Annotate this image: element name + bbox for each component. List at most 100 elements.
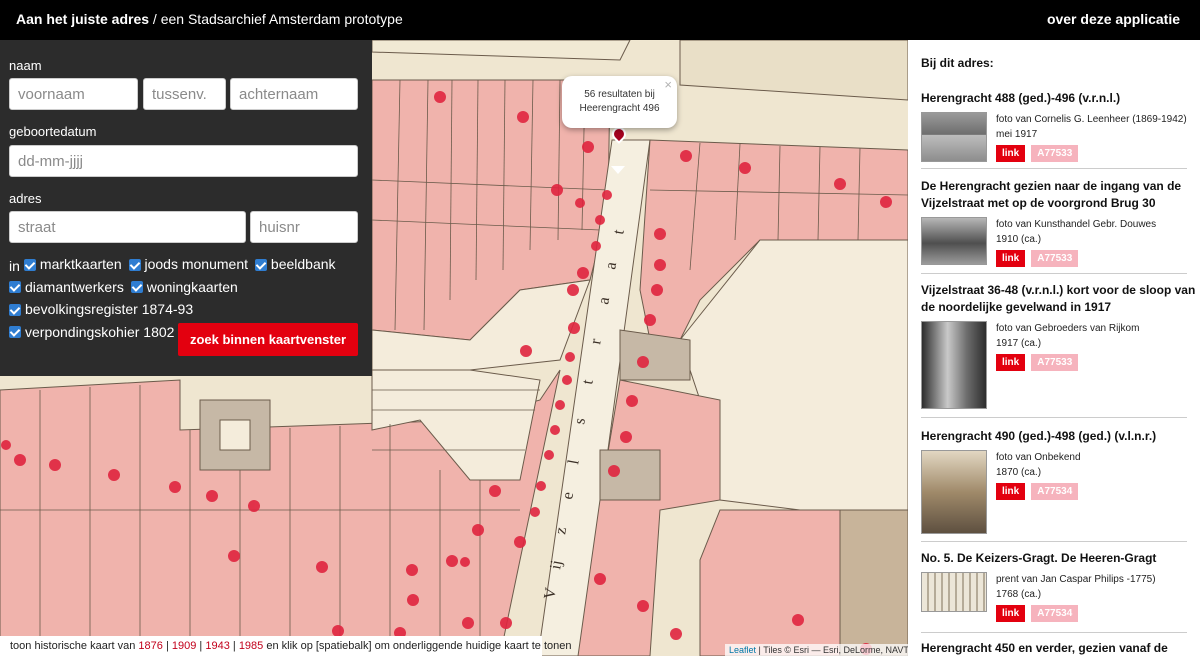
result-title[interactable]: No. 5. De Keizers-Gragt. De Heeren-Gragt (921, 550, 1198, 567)
popup-count: 56 resultaten bij (584, 89, 655, 100)
result-item[interactable]: No. 5. De Keizers-Gragt. De Heeren-Gragt… (921, 550, 1198, 622)
checkbox-checked-icon[interactable] (128, 258, 141, 271)
checkbox-label: beeldbank (270, 256, 336, 272)
result-creator: foto van Onbekend (996, 452, 1081, 463)
result-item[interactable]: Herengracht 490 (ged.)-498 (ged.) (v.l.n… (921, 428, 1198, 534)
checkbox-label: marktkaarten (39, 256, 122, 272)
result-id-badge[interactable]: A77533 (1031, 145, 1079, 162)
checkbox-checked-icon[interactable] (9, 281, 21, 293)
result-tags: link A77534 (996, 483, 1079, 500)
popup-close-icon[interactable]: × (664, 78, 672, 92)
result-tags: link A77534 (996, 605, 1079, 622)
checkbox-label: verpondingskohier 1802 (25, 323, 175, 340)
checkbox-diamantwerkers[interactable]: diamantwerkers (9, 277, 124, 298)
result-title[interactable]: De Herengracht gezien naar de ingang van… (921, 178, 1198, 212)
map-year-1876-link[interactable]: 1876 (138, 640, 162, 652)
street-input[interactable] (9, 211, 246, 243)
app-title-rest: / een Stadsarchief Amsterdam prototype (149, 11, 403, 27)
map-courtyard (219, 419, 251, 451)
checkbox-checked-icon[interactable] (9, 303, 21, 316)
result-title[interactable]: Vijzelstraat 36-48 (v.r.n.l.) kort voor … (921, 282, 1198, 316)
about-link[interactable]: over deze applicatie (1047, 11, 1180, 27)
result-thumbnail[interactable] (921, 450, 987, 534)
popup-address: Heerengracht 496 (579, 103, 660, 114)
result-date: 1917 (ca.) (996, 338, 1042, 349)
map-selector-suffix: en klik op [spatiebalk] om onderliggende… (263, 640, 572, 652)
result-item[interactable]: Vijzelstraat 36-48 (v.r.n.l.) kort voor … (921, 282, 1198, 409)
result-date: 1768 (ca.) (996, 589, 1042, 600)
result-item[interactable]: Herengracht 450 en verder, gezien vanaf … (921, 640, 1198, 656)
map-year-1943-link[interactable]: 1943 (205, 640, 229, 652)
result-meta: foto van Kunsthandel Gebr. Douwes 1910 (c… (996, 217, 1156, 247)
checkbox-beeldbank[interactable]: beeldbank (254, 254, 336, 275)
result-title[interactable]: Herengracht 490 (ged.)-498 (ged.) (v.l.n… (921, 428, 1198, 445)
divider (921, 632, 1187, 633)
map-parcel-grey (839, 509, 908, 656)
result-link-button[interactable]: link (996, 354, 1026, 371)
result-creator: prent van Jan Caspar Philips -1775) (996, 574, 1156, 585)
popup-tip (611, 166, 625, 174)
divider (921, 273, 1187, 274)
first-name-input[interactable] (9, 78, 138, 110)
historic-map-selector: toon historische kaart van 1876 | 1909 |… (0, 636, 572, 656)
result-id-badge[interactable]: A77533 (1031, 250, 1079, 267)
result-link-button[interactable]: link (996, 250, 1026, 267)
result-date: 1910 (ca.) (996, 234, 1042, 245)
result-meta: foto van Gebroeders van Rijkom 1917 (ca.) (996, 321, 1139, 351)
search-panel: naam geboortedatum adres inmarktkaarten … (0, 40, 372, 376)
result-date: 1870 (ca.) (996, 467, 1042, 478)
result-tags: link A77533 (996, 145, 1079, 162)
checkbox-verpondingskohier[interactable]: verpondingskohier 1802 (9, 322, 174, 343)
house-number-input[interactable] (250, 211, 358, 243)
result-link-button[interactable]: link (996, 605, 1026, 622)
name-label: naam (9, 58, 42, 73)
result-id-badge[interactable]: A77534 (1031, 483, 1079, 500)
result-title[interactable]: Herengracht 488 (ged.)-496 (v.r.n.l.) (921, 90, 1198, 107)
tiles-attribution: | Tiles © Esri — Esri, DeLorme, NAVTEQ (756, 645, 908, 655)
result-link-button[interactable]: link (996, 483, 1026, 500)
map-year-1909-link[interactable]: 1909 (172, 640, 196, 652)
result-tags: link A77533 (996, 354, 1079, 371)
leaflet-link[interactable]: Leaflet (729, 645, 756, 655)
checkbox-label: woningkaarten (146, 278, 238, 295)
result-meta: foto van Onbekend 1870 (ca.) (996, 450, 1081, 480)
map-popup: × 56 resultaten bij Heerengracht 496 (562, 76, 677, 128)
result-id-badge[interactable]: A77534 (1031, 605, 1079, 622)
checkbox-label: bevolkingsregister 1874-93 (25, 301, 194, 317)
search-map-button[interactable]: zoek binnen kaartvenster (178, 323, 358, 356)
checkbox-label: diamantwerkers (25, 278, 124, 295)
checkbox-checked-icon[interactable] (23, 258, 36, 271)
result-title[interactable]: Herengracht 450 en verder, gezien vanaf … (921, 640, 1198, 656)
result-thumbnail[interactable] (921, 217, 987, 265)
top-bar: Aan het juiste adres / een Stadsarchief … (0, 0, 1200, 40)
checkbox-checked-icon[interactable] (9, 326, 21, 338)
checkbox-marktkaarten[interactable]: marktkaarten (23, 254, 122, 275)
checkbox-woningkaarten[interactable]: woningkaarten (130, 277, 238, 298)
result-meta: foto van Cornelis G. Leenheer (1869-1942… (996, 112, 1187, 142)
results-panel: Bij dit adres: Herengracht 488 (ged.)-49… (908, 40, 1200, 656)
last-name-input[interactable] (230, 78, 358, 110)
address-label: adres (9, 191, 42, 206)
map-year-1985-link[interactable]: 1985 (239, 640, 263, 652)
checkbox-label: joods monument (144, 256, 249, 272)
birthdate-label: geboortedatum (9, 124, 97, 139)
checkbox-checked-icon[interactable] (254, 258, 267, 271)
result-thumbnail[interactable] (921, 572, 987, 612)
checkbox-checked-icon[interactable] (130, 281, 143, 293)
divider (921, 541, 1187, 542)
checkbox-joods-monument[interactable]: joods monument (128, 254, 249, 275)
birthdate-input[interactable] (9, 145, 358, 177)
results-panel-title: Bij dit adres: (921, 56, 994, 70)
app-title[interactable]: Aan het juiste adres / een Stadsarchief … (16, 11, 403, 27)
result-item[interactable]: Herengracht 488 (ged.)-496 (v.r.n.l.) fo… (921, 90, 1198, 162)
result-item[interactable]: De Herengracht gezien naar de ingang van… (921, 178, 1198, 267)
infix-input[interactable] (143, 78, 226, 110)
checkbox-bevolkingsregister[interactable]: bevolkingsregister 1874-93 (9, 299, 193, 320)
divider (921, 417, 1187, 418)
result-thumbnail[interactable] (921, 112, 987, 162)
result-link-button[interactable]: link (996, 145, 1026, 162)
result-thumbnail[interactable] (921, 321, 987, 409)
map-attribution: Leaflet | Tiles © Esri — Esri, DeLorme, … (725, 644, 908, 656)
result-id-badge[interactable]: A77533 (1031, 354, 1079, 371)
map-parcel-grey (599, 449, 661, 501)
